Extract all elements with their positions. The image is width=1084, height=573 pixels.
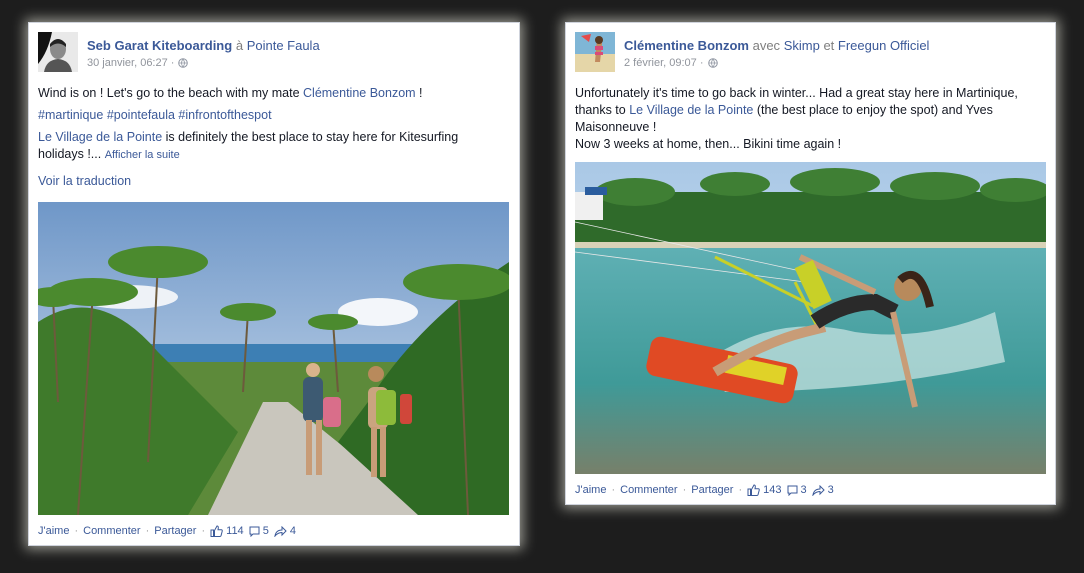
post-date-line: 30 janvier, 06:27 · [87,57,189,69]
avatar[interactable] [38,32,78,72]
comment-button[interactable]: Commenter [620,484,677,496]
hashtag-row: #martinique #pointefaula #infrontofthesp… [38,107,508,124]
post-text: Unfortunately it's time to go back in wi… [575,85,1053,153]
hashtag-martinique[interactable]: #martinique [38,108,103,122]
text-line-4: holidays !... [38,147,102,161]
post-card-seb-garat: Seb Garat Kiteboarding à Pointe Faula 30… [28,22,520,546]
likes-number: 114 [226,525,244,537]
post-footer: J'aime · Commenter · Partager · 143 3 3 [575,484,834,496]
likes-count[interactable]: 143 [747,484,782,496]
like-button[interactable]: J'aime [575,484,606,496]
text-punct: ! [415,86,423,100]
author-name[interactable]: Seb Garat Kiteboarding [87,38,232,53]
likes-count[interactable]: 114 [210,525,244,537]
separator: · [145,525,150,537]
post-text: Wind is on ! Let's go to the beach with … [38,85,508,190]
text-line-1: Wind is on ! Let's go to the beach with … [38,86,304,100]
separator: · [74,525,79,537]
hashtag-pointefaula[interactable]: #pointefaula [107,108,175,122]
share-icon [274,525,287,537]
post-photo[interactable] [575,162,1046,474]
text-line-2-end: (the best place to enjoy the spot) and Y… [753,103,993,117]
comments-number: 5 [262,525,269,537]
share-icon [811,484,825,496]
comment-button[interactable]: Commenter [83,525,140,537]
post-date-line: 2 février, 09:07 · [624,57,718,69]
with-word: avec [752,38,781,53]
post-card-clementine-bonzom: Clémentine Bonzom avec Skimp et Freegun … [565,22,1056,505]
mention-clementine[interactable]: Clémentine Bonzom [303,86,416,100]
shares-count[interactable]: 3 [811,484,834,496]
like-icon [210,525,223,537]
preposition: à [235,38,244,53]
text-line-3: is definitely the best place to stay her… [162,130,459,144]
like-icon [747,484,760,496]
post-photo[interactable] [38,202,509,515]
comments-count[interactable]: 5 [249,525,269,537]
post-date[interactable]: 2 février, 09:07 · [624,57,704,69]
post-header: Clémentine Bonzom avec Skimp et Freegun … [624,38,929,53]
tag-skimp[interactable]: Skimp [784,38,820,53]
translate-link[interactable]: Voir la traduction [38,174,131,188]
and-word: et [823,38,835,53]
separator: · [201,525,206,537]
globe-icon [707,58,718,68]
hashtag-infrontofthespot[interactable]: #infrontofthespot [178,108,271,122]
likes-number: 143 [763,484,782,496]
text-line-1: Unfortunately it's time to go back in wi… [575,86,1018,100]
see-more-link[interactable]: Afficher la suite [105,149,180,161]
shares-number: 3 [827,484,834,496]
share-button[interactable]: Partager [691,484,733,496]
tag-freegun[interactable]: Freegun Officiel [838,38,930,53]
village-link[interactable]: Le Village de la Pointe [38,130,162,144]
share-button[interactable]: Partager [154,525,196,537]
comment-icon [249,526,260,537]
comments-count[interactable]: 3 [787,484,807,496]
village-link[interactable]: Le Village de la Pointe [629,103,753,117]
shares-number: 4 [289,525,296,537]
author-name[interactable]: Clémentine Bonzom [624,38,749,53]
avatar[interactable] [575,32,615,72]
separator: · [682,484,687,496]
globe-icon [178,58,189,68]
text-line-4: Now 3 weeks at home, then... Bikini time… [575,137,842,151]
post-footer: J'aime · Commenter · Partager · 114 5 4 [38,525,296,537]
shares-count[interactable]: 4 [274,525,296,537]
separator: · [611,484,616,496]
comments-number: 3 [800,484,807,496]
comment-icon [787,485,797,496]
place-link[interactable]: Pointe Faula [247,38,320,53]
post-header: Seb Garat Kiteboarding à Pointe Faula [87,38,320,53]
text-line-2-start: thanks to [575,103,630,117]
like-button[interactable]: J'aime [38,525,69,537]
post-date[interactable]: 30 janvier, 06:27 · [87,57,174,69]
separator: · [738,484,743,496]
text-line-3: Maisonneuve ! [575,120,657,134]
